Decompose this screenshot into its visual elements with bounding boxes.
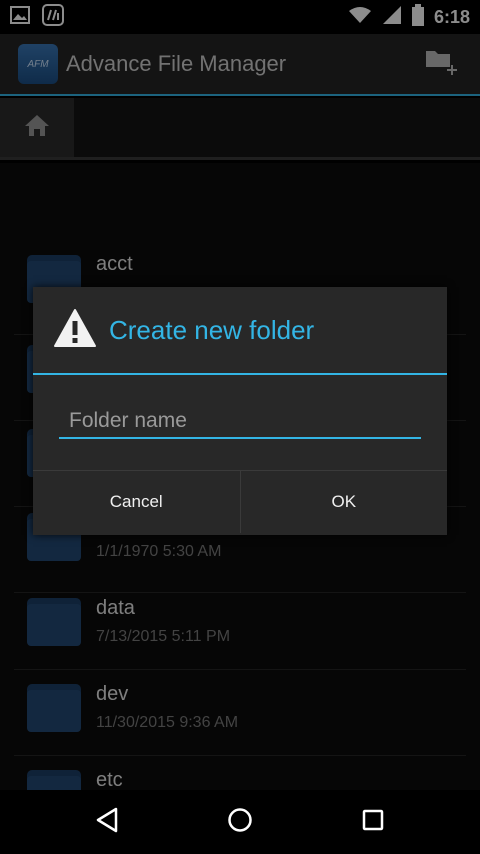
dialog-buttons: Cancel OK [33,471,447,533]
warning-icon [53,308,97,353]
dialog-title: Create new folder [109,314,315,345]
ok-button[interactable]: OK [239,471,448,533]
home-nav-button[interactable] [210,792,270,852]
recents-button[interactable] [343,792,403,852]
cancel-button[interactable]: Cancel [33,471,240,533]
recents-icon [362,809,384,836]
navigation-bar [0,790,480,854]
back-button[interactable] [77,792,137,852]
create-folder-dialog: Create new folder Cancel OK [33,287,447,535]
home-nav-icon [227,807,253,838]
dialog-body [33,375,447,471]
back-icon [95,807,119,838]
folder-name-input[interactable] [59,405,421,439]
dialog-header: Create new folder [33,287,447,375]
